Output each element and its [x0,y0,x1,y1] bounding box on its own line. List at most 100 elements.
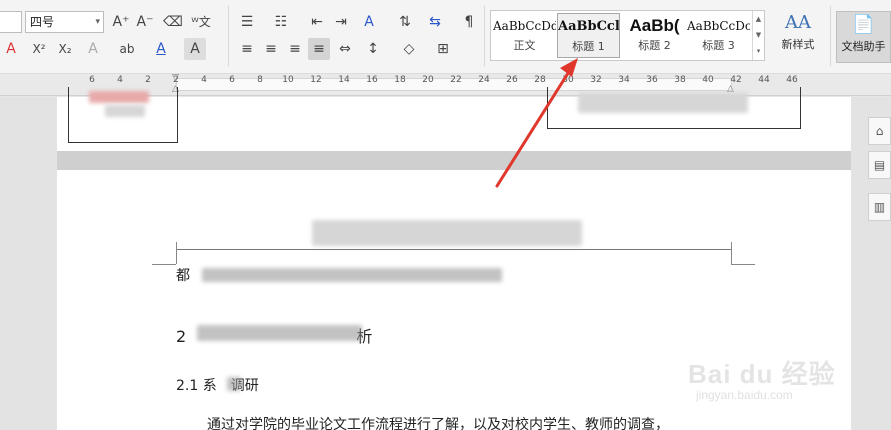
style-name: 标题 2 [638,39,671,52]
style-heading-1[interactable]: AaBbCcl 标题 1 [557,13,620,58]
page-gap [57,151,851,170]
expand-icon[interactable]: ▾ [753,43,764,59]
ruler-tick-label: 18 [394,75,406,85]
align-center-button[interactable]: ≡ [260,38,282,60]
doc-assistant-label: 文档助手 [841,40,886,53]
chevron-down-icon[interactable]: ▾ [95,12,100,32]
ruler-tick-label: 36 [646,75,658,85]
chevron-up-icon[interactable]: ▲ [753,11,764,27]
line-spacing-button[interactable]: ↕ [362,38,384,60]
style-sample: AaBb( [629,16,680,35]
page-previous [57,87,851,151]
bullets-button[interactable]: ☰ [236,11,258,33]
style-normal[interactable]: AaBbCcDd 正文 [493,13,556,58]
crop-mark [176,242,177,264]
grow-font-button[interactable]: A⁺ [110,11,132,33]
toolbar-divider [484,6,485,66]
font-size-select[interactable]: 四号 ▾ [25,11,104,33]
style-name: 标题 1 [572,40,605,53]
align-left-button[interactable]: ≡ [236,38,258,60]
chevron-down-icon[interactable]: ▼ [753,27,764,43]
font-color-button[interactable]: A [150,38,172,60]
doc-assistant-button[interactable]: 📄 文档助手 [836,11,891,63]
font-size-value: 四号 [30,15,55,29]
sort-button[interactable]: ⇅ [394,11,416,33]
style-sample: AaBbCcDc [687,19,750,33]
ruler-tick-label: 28 [534,75,546,85]
text-effect-button[interactable]: A [82,38,104,60]
side-panel-button-1[interactable]: ⌂ [868,117,891,145]
ruler-tick-label: 26 [506,75,518,85]
body-paragraph[interactable]: 通过对学院的毕业论文工作流程进行了解，以及对校内学生、教师的调查， [207,414,669,430]
ruler-tick-label: 24 [478,75,490,85]
style-heading-3[interactable]: AaBbCcDc 标题 3 [687,13,750,58]
ruler-tick-label: 8 [257,75,263,85]
side-panel-button-2[interactable]: ▤ [868,151,891,179]
side-panel-button-3[interactable]: ▥ [868,193,891,221]
font-color-partial-button[interactable]: A [0,38,22,60]
ruler-tick-label: 46 [786,75,798,85]
ruler-tick-label: 30 [562,75,574,85]
new-style-button[interactable]: AA 新样式 [770,10,826,62]
shading-button[interactable]: ◇ [398,38,420,60]
redacted-content [89,91,149,103]
phonetic-guide-button[interactable]: ᵂ文 [190,11,212,33]
style-name: 正文 [513,39,536,52]
justify-button[interactable]: ≡ [308,38,330,60]
ruler-tick-label: 4 [201,75,207,85]
crop-mark [152,264,176,265]
document-icon: 📄 [852,14,875,35]
ruler-tick-label: 4 [117,75,123,85]
distribute-button[interactable]: ⇔ [334,38,356,60]
subscript-button[interactable]: X₂ [54,38,76,60]
ruler-tick-label: 10 [282,75,294,85]
first-line-indent-marker[interactable]: ▽ [172,74,179,83]
crop-mark [731,264,755,265]
ruler-tick-label: 44 [758,75,770,85]
body-line[interactable]: 都 [176,265,190,285]
heading-2-number: 2 [176,327,187,346]
toolbar-divider [830,6,831,66]
char-shading-button[interactable]: A [184,38,206,60]
show-marks-button[interactable]: ¶ [458,11,480,33]
watermark-subtext: jingyan.baidu.com [696,388,793,402]
style-sample: AaBbCcl [558,19,619,34]
ruler-tick-label: 12 [310,75,322,85]
text-direction-button[interactable]: A [358,11,380,33]
style-sample: AaBbCcDd [493,19,556,33]
shrink-font-button[interactable]: A⁻ [134,11,156,33]
text-box-left [68,87,178,143]
new-style-icon: AA [785,12,811,33]
ruler-tick-label: 32 [590,75,602,85]
ruler-tick-label: 6 [89,75,95,85]
line-spacing-tool-button[interactable]: ⇆ [424,11,446,33]
redacted-content [105,105,145,117]
clear-format-button[interactable]: ⌫ [162,11,184,33]
highlight-button[interactable]: ab [116,38,138,60]
style-gallery: AaBbCcDd 正文 AaBbCcl 标题 1 AaBb( 标题 2 AaBb… [490,10,765,61]
redacted-content [578,93,748,113]
numbering-button[interactable]: ☷ [270,11,292,33]
text-box-right [547,87,801,129]
crop-mark [731,242,732,264]
superscript-button[interactable]: X² [28,38,50,60]
heading-2-1[interactable]: 2.1 系调研 [176,375,259,395]
outdent-button[interactable]: ⇤ [306,11,328,33]
ruler-tick-label: 40 [702,75,714,85]
borders-button[interactable]: ⊞ [432,38,454,60]
gallery-scrollbar[interactable]: ▲ ▼ ▾ [752,11,764,60]
ruler-tick-label: 14 [338,75,350,85]
font-name-field[interactable] [0,11,22,33]
ruler-tick-label: 38 [674,75,686,85]
redacted-heading [197,325,362,341]
redacted-heading [227,377,241,391]
style-heading-2[interactable]: AaBb( 标题 2 [623,13,686,58]
redacted-header [312,220,582,246]
ruler-tick-label: 6 [229,75,235,85]
body-line-text: 都 [176,268,190,284]
header-rule [177,249,732,250]
indent-button[interactable]: ⇥ [330,11,352,33]
align-right-button[interactable]: ≡ [284,38,306,60]
baidu-watermark: Bai du 经验 jingyan.baidu.com [688,346,888,416]
ruler-tick-label: 20 [422,75,434,85]
